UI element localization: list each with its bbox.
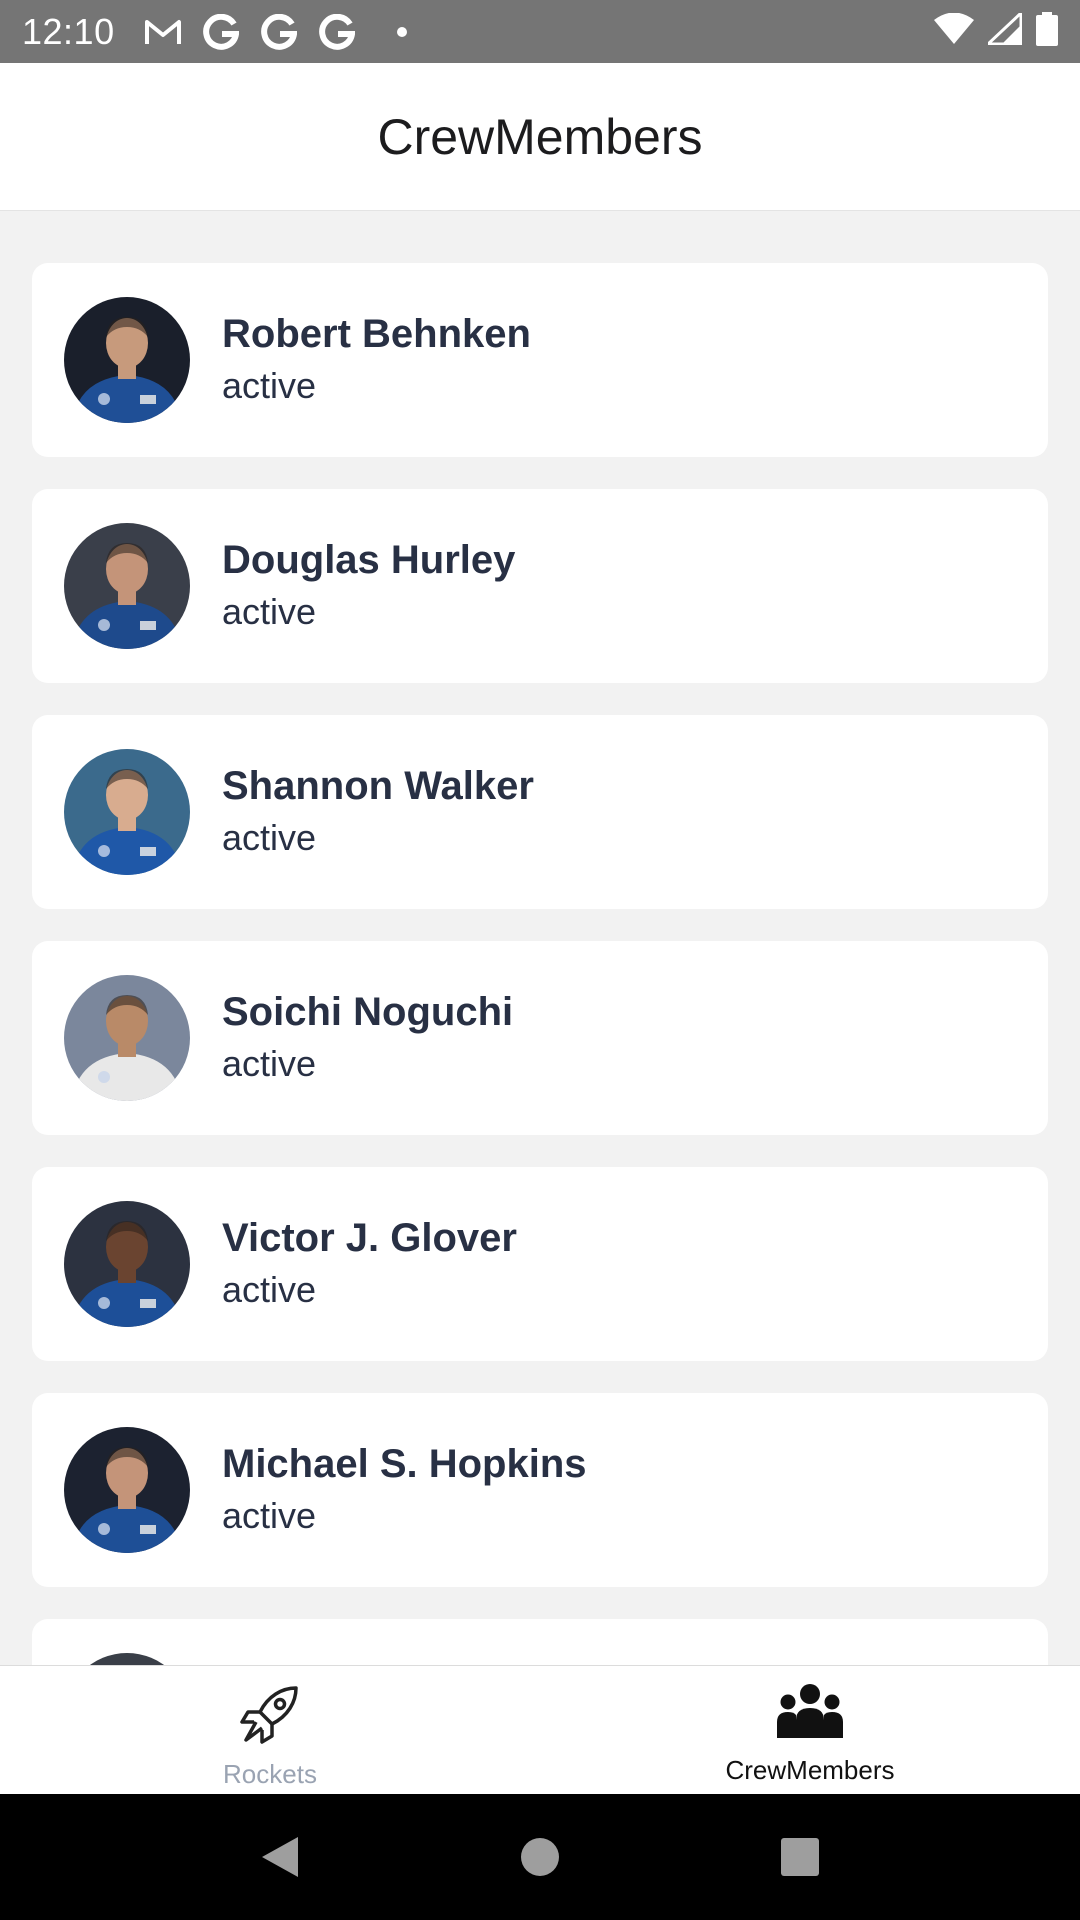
users-icon [776, 1682, 844, 1747]
avatar [64, 749, 190, 875]
crew-text: Shannon Walker active [222, 760, 534, 864]
crew-text: Victor J. Glover active [222, 1212, 517, 1316]
crew-text: Michael S. Hopkins active [222, 1438, 587, 1542]
crew-name: Shannon Walker [222, 764, 534, 808]
crew-list-viewport[interactable]: Robert Behnken active Douglas Hurley active… [0, 211, 1080, 1665]
crew-text: Soichi Noguchi active [222, 986, 513, 1090]
back-triangle-icon[interactable] [250, 1827, 310, 1887]
tab-crewmembers-label: CrewMembers [725, 1755, 895, 1785]
system-icons [934, 9, 1058, 51]
google-icon [259, 12, 299, 52]
status-time: 12:10 [22, 10, 115, 52]
crew-name: Michael S. Hopkins [222, 1442, 587, 1486]
crew-card[interactable]: Victor J. Glover active [32, 1167, 1048, 1361]
google-icon [201, 12, 241, 52]
signal-icon [984, 9, 1023, 50]
avatar [64, 1201, 190, 1327]
crew-list: Robert Behnken active Douglas Hurley active… [32, 263, 1048, 1665]
app-header: CrewMembers [0, 63, 1080, 211]
page-title: CrewMembers [377, 108, 703, 165]
notification-icons [143, 12, 407, 52]
avatar [64, 523, 190, 649]
crew-name: Victor J. Glover [222, 1216, 517, 1260]
crew-card[interactable]: Michael S. Hopkins active [32, 1393, 1048, 1587]
tab-rockets[interactable]: Rockets [0, 1666, 540, 1795]
gmail-icon [143, 12, 183, 52]
status-bar: 12:10 [0, 0, 1080, 63]
crew-card[interactable] [32, 1619, 1048, 1665]
crew-status: active [222, 1269, 317, 1310]
home-circle-icon[interactable] [510, 1827, 570, 1887]
crew-status: active [222, 1495, 317, 1536]
tab-crewmembers[interactable]: CrewMembers [540, 1666, 1080, 1795]
avatar [64, 975, 190, 1101]
tab-rockets-label: Rockets [223, 1759, 317, 1789]
crew-card[interactable]: Soichi Noguchi active [32, 941, 1048, 1135]
crew-name: Robert Behnken [222, 312, 531, 356]
recents-square-icon[interactable] [770, 1827, 830, 1887]
bottom-tab-bar: Rockets CrewMembers [0, 1665, 1080, 1795]
crew-status: active [222, 365, 317, 406]
crew-status: active [222, 817, 317, 858]
google-icon [317, 12, 357, 52]
crew-card[interactable]: Shannon Walker active [32, 715, 1048, 909]
rocket-icon [238, 1682, 302, 1751]
avatar [64, 297, 190, 423]
avatar [64, 1427, 190, 1553]
crew-card[interactable]: Douglas Hurley active [32, 489, 1048, 683]
wifi-icon [934, 12, 974, 50]
crew-text: Robert Behnken active [222, 308, 531, 412]
notification-dot-icon [396, 26, 407, 37]
crew-name: Douglas Hurley [222, 538, 516, 582]
system-nav-bar [0, 1794, 1080, 1920]
avatar [64, 1653, 190, 1665]
crew-text: Douglas Hurley active [222, 534, 515, 638]
crew-card[interactable]: Robert Behnken active [32, 263, 1048, 457]
crew-status: active [222, 591, 317, 632]
crew-name: Soichi Noguchi [222, 990, 514, 1034]
battery-icon [1036, 12, 1058, 51]
crew-status: active [222, 1043, 317, 1084]
